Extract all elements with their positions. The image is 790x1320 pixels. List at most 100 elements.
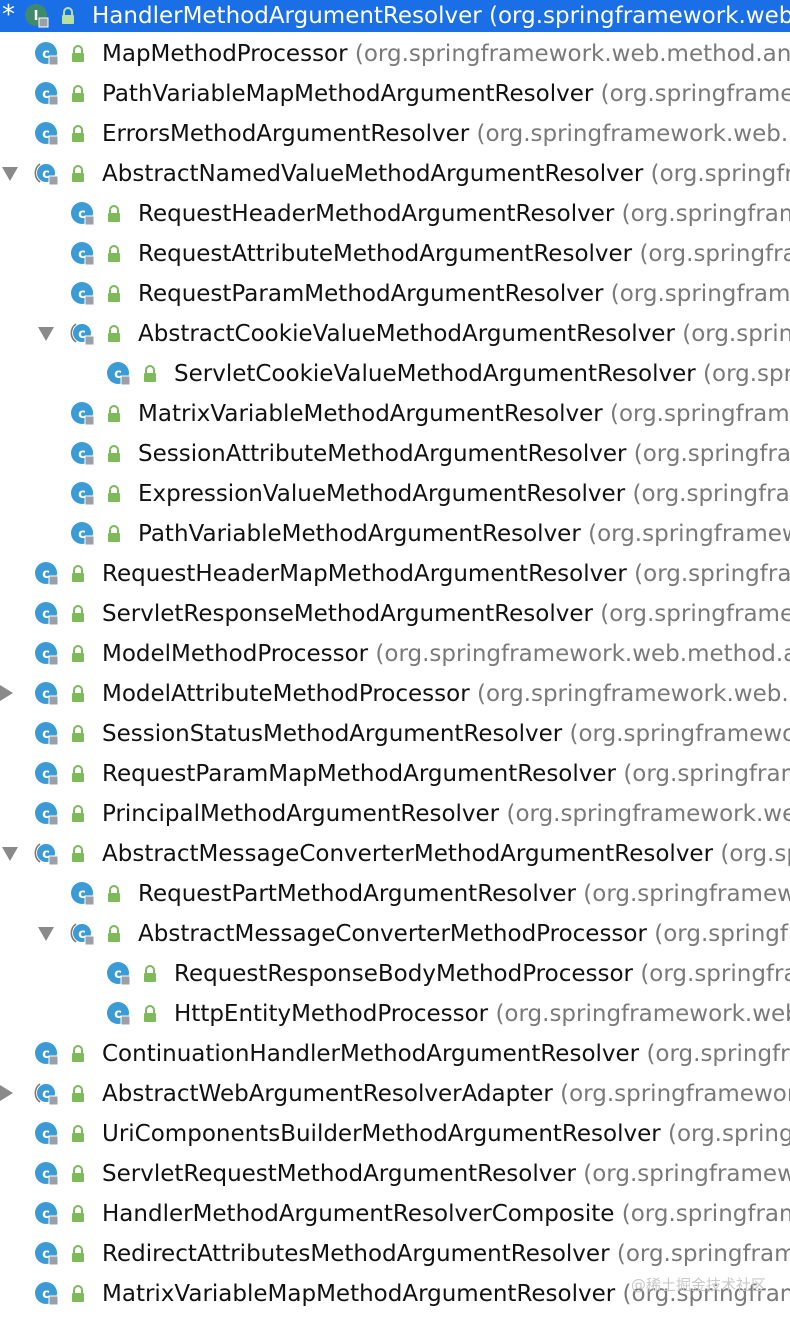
- package-name: (org.springframework.web.servlet.mvc.met…: [667, 1121, 790, 1147]
- tree-row[interactable]: c RedirectAttributesMethodArgumentResolve…: [0, 1234, 790, 1274]
- collapse-arrow-icon[interactable]: [0, 1085, 13, 1101]
- class-icon: c: [35, 642, 59, 666]
- package-name: (org.springframework.web.method.annotati…: [476, 681, 790, 707]
- class-name: PathVariableMapMethodArgumentResolver: [102, 81, 594, 107]
- package-name: (org.springframework.web.method.annotati…: [682, 321, 790, 347]
- package-name: (org.springframework.web.servlet.mvc.met…: [720, 841, 790, 867]
- tree-row[interactable]: c MapMethodProcessor (org.springframework…: [0, 34, 790, 74]
- package-name: (org.springframework.web.method.annotati…: [610, 281, 790, 307]
- tree-row[interactable]: c ServletCookieValueMethodArgumentResolve…: [0, 354, 790, 394]
- tree-row[interactable]: c AbstractNamedValueMethodArgumentResolve…: [0, 154, 790, 194]
- tree-row[interactable]: c RequestPartMethodArgumentResolver (org.…: [0, 874, 790, 914]
- tree-row-label: ModelMethodProcessor (org.springframewor…: [102, 634, 790, 674]
- tree-row[interactable]: c UriComponentsBuilderMethodArgumentResol…: [0, 1114, 790, 1154]
- lock-icon: [108, 925, 120, 942]
- tree-row-label: ModelAttributeMethodProcessor (org.sprin…: [102, 674, 790, 714]
- class-name: ServletCookieValueMethodArgumentResolver: [174, 361, 696, 387]
- tree-row-label: RequestParamMapMethodArgumentResolver (o…: [102, 754, 790, 794]
- class-name: ExpressionValueMethodArgumentResolver: [138, 481, 626, 507]
- collapse-arrow-icon[interactable]: [0, 685, 13, 701]
- tree-row[interactable]: c ModelAttributeMethodProcessor (org.spri…: [0, 674, 790, 714]
- class-icon: c: [35, 682, 59, 706]
- package-name: (org.springframework.web.method.annotati…: [634, 561, 790, 587]
- tree-row[interactable]: c RequestResponseBodyMethodProcessor (org…: [0, 954, 790, 994]
- expand-arrow-icon[interactable]: [38, 927, 54, 941]
- tree-row-label: AbstractNamedValueMethodArgumentResolver…: [102, 154, 790, 194]
- lock-icon: [108, 205, 120, 222]
- abstract-class-icon: c: [70, 323, 95, 346]
- lock-icon: [144, 965, 156, 982]
- class-name: ContinuationHandlerMethodArgumentResolve…: [102, 1041, 640, 1067]
- tree-row[interactable]: c ExpressionValueMethodArgumentResolver (…: [0, 474, 790, 514]
- tree-row-label: SessionStatusMethodArgumentResolver (org…: [102, 714, 790, 754]
- lock-icon: [144, 1005, 156, 1022]
- lock-icon: [144, 365, 156, 382]
- class-icon: c: [35, 1202, 59, 1226]
- package-name: (org.springframework.web.servlet.mvc.met…: [609, 401, 790, 427]
- class-icon: c: [35, 1162, 59, 1186]
- class-name: HandlerMethodArgumentResolverComposite: [102, 1201, 615, 1227]
- expand-arrow-icon[interactable]: [2, 847, 18, 861]
- tree-row[interactable]: c HandlerMethodArgumentResolverComposite …: [0, 1194, 790, 1234]
- tree-row[interactable]: c ModelMethodProcessor (org.springframewo…: [0, 634, 790, 674]
- tree-row[interactable]: c RequestParamMethodArgumentResolver (org…: [0, 274, 790, 314]
- tree-row[interactable]: c ServletRequestMethodArgumentResolver (o…: [0, 1154, 790, 1194]
- tree-row-label: SessionAttributeMethodArgumentResolver (…: [138, 434, 790, 474]
- tree-row[interactable]: c RequestAttributeMethodArgumentResolver …: [0, 234, 790, 274]
- class-name: MatrixVariableMethodArgumentResolver: [138, 401, 603, 427]
- class-icon: c: [71, 402, 95, 426]
- tree-row-label: UriComponentsBuilderMethodArgumentResolv…: [102, 1114, 790, 1154]
- tree-row[interactable]: c PathVariableMethodArgumentResolver (org…: [0, 514, 790, 554]
- tree-row-label: ServletResponseMethodArgumentResolver (o…: [102, 594, 790, 634]
- class-name: ModelAttributeMethodProcessor: [102, 681, 470, 707]
- tree-row-label: RedirectAttributesMethodArgumentResolver…: [102, 1234, 790, 1274]
- class-icon: c: [35, 722, 59, 746]
- tree-row-label: ContinuationHandlerMethodArgumentResolve…: [102, 1034, 790, 1074]
- tree-row[interactable]: c SessionStatusMethodArgumentResolver (or…: [0, 714, 790, 754]
- package-name: (org.springframework.web.method.annotati…: [623, 761, 790, 787]
- tree-row[interactable]: c HttpEntityMethodProcessor (org.springfr…: [0, 994, 790, 1034]
- tree-row[interactable]: c RequestParamMapMethodArgumentResolver (…: [0, 754, 790, 794]
- expand-arrow-icon[interactable]: [38, 327, 54, 341]
- tree-row-selected[interactable]: * I HandlerMethodArgumentResolver (org.s…: [0, 0, 790, 32]
- tree-row[interactable]: c MatrixVariableMethodArgumentResolver (o…: [0, 394, 790, 434]
- lock-icon: [72, 765, 84, 782]
- tree-row[interactable]: c RequestHeaderMethodArgumentResolver (or…: [0, 194, 790, 234]
- tree-row[interactable]: c AbstractCookieValueMethodArgumentResolv…: [0, 314, 790, 354]
- class-name: AbstractCookieValueMethodArgumentResolve…: [138, 321, 675, 347]
- lock-icon: [108, 245, 120, 262]
- class-name: HttpEntityMethodProcessor: [174, 1001, 489, 1027]
- package-name: (org.springframework.web.method.annotati…: [354, 41, 790, 67]
- class-icon: c: [35, 1282, 59, 1306]
- lock-icon: [108, 285, 120, 302]
- tree-row[interactable]: c SessionAttributeMethodArgumentResolver …: [0, 434, 790, 474]
- tree-row[interactable]: c AbstractMessageConverterMethodArgumentR…: [0, 834, 790, 874]
- package-name: (org.springframework.web.servlet.mvc.met…: [495, 1001, 790, 1027]
- lock-icon: [72, 685, 84, 702]
- lock-icon: [72, 845, 84, 862]
- class-icon: c: [71, 442, 95, 466]
- package-name: (org.springframework.web.servlet.mvc.met…: [616, 1241, 790, 1267]
- class-icon: c: [35, 42, 59, 66]
- tree-row-label: HttpEntityMethodProcessor (org.springfra…: [174, 994, 790, 1034]
- class-name: RequestHeaderMethodArgumentResolver: [138, 201, 615, 227]
- class-icon: c: [71, 482, 95, 506]
- tree-row-label: RequestParamMethodArgumentResolver (org.…: [138, 274, 790, 314]
- package-name: (org.springframework.web.method.annotati…: [560, 1081, 790, 1107]
- tree-row[interactable]: c AbstractWebArgumentResolverAdapter (org…: [0, 1074, 790, 1114]
- tree-row[interactable]: c ServletResponseMethodArgumentResolver (…: [0, 594, 790, 634]
- tree-row[interactable]: c PrincipalMethodArgumentResolver (org.sp…: [0, 794, 790, 834]
- tree-row[interactable]: c AbstractMessageConverterMethodProcessor…: [0, 914, 790, 954]
- tree-row-label: PathVariableMethodArgumentResolver (org.…: [138, 514, 790, 554]
- tree-row[interactable]: c PathVariableMapMethodArgumentResolver (…: [0, 74, 790, 114]
- tree-row[interactable]: c ContinuationHandlerMethodArgumentResolv…: [0, 1034, 790, 1074]
- expand-arrow-icon[interactable]: [2, 167, 18, 181]
- tree-row-label: ExpressionValueMethodArgumentResolver (o…: [138, 474, 790, 514]
- class-icon: c: [71, 522, 95, 546]
- tree-row[interactable]: c RequestHeaderMapMethodArgumentResolver …: [0, 554, 790, 594]
- package-name: (org.springframework.web.method.annotati…: [375, 641, 790, 667]
- class-icon: c: [35, 122, 59, 146]
- class-icon: c: [35, 82, 59, 106]
- tree-row[interactable]: c ErrorsMethodArgumentResolver (org.sprin…: [0, 114, 790, 154]
- class-icon: c: [35, 562, 59, 586]
